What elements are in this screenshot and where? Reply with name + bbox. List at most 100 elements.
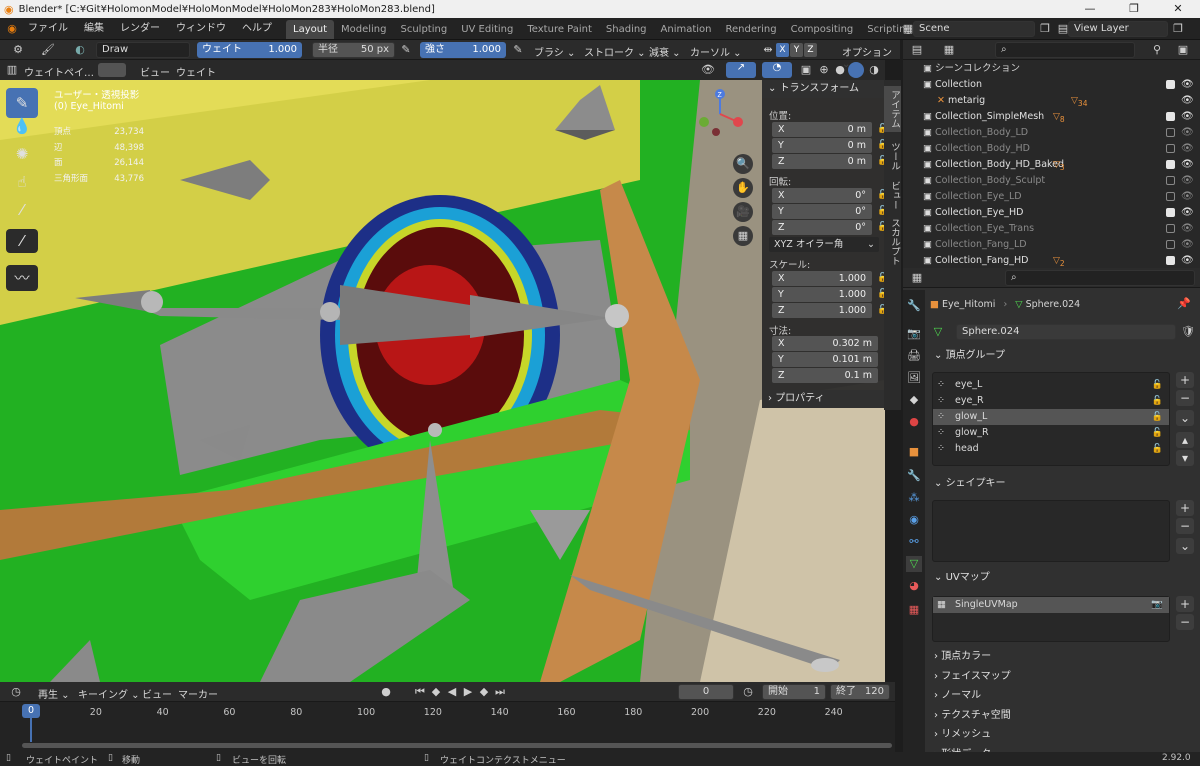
visibility-eye-icon[interactable]: 👁: [1181, 93, 1194, 109]
tab-shading[interactable]: Shading: [599, 20, 654, 39]
scene-copy-icon[interactable]: ❐: [1037, 21, 1053, 37]
editor-type-icon[interactable]: ▦: [909, 270, 925, 286]
properties-panel-header[interactable]: › プロパティ: [762, 390, 884, 408]
exclude-checkbox[interactable]: [1166, 224, 1175, 233]
cursor-menu[interactable]: カーソル ⌄: [686, 44, 746, 59]
outliner-row[interactable]: ▣ Collection_Body_HD 👁: [903, 141, 1200, 157]
uv-map-item[interactable]: ▦ SingleUVMap 📷: [933, 597, 1169, 613]
rotation-mode-dropdown[interactable]: XYZ オイラー角 ⌄: [769, 237, 879, 252]
properties-section-header[interactable]: › リメッシュ: [928, 726, 1198, 744]
dimensions-z-field[interactable]: Z 0.1 m: [772, 368, 878, 383]
visibility-eye-icon[interactable]: 👁: [1181, 141, 1194, 157]
lock-icon[interactable]: 🔓: [1152, 393, 1163, 409]
vertex-groups-header[interactable]: ⌄ 頂点グループ: [928, 346, 1198, 366]
vertex-group-item[interactable]: ⁘ eye_L 🔓: [933, 377, 1169, 393]
physics-tab-icon[interactable]: ◉: [906, 512, 922, 528]
visibility-eye-icon[interactable]: 👁: [1181, 173, 1194, 189]
texture-tab-icon[interactable]: ▦: [906, 602, 922, 618]
rendered-shading-icon[interactable]: ◑: [866, 62, 882, 78]
playhead[interactable]: 0: [22, 704, 40, 718]
menu-render[interactable]: レンダー: [112, 18, 168, 40]
view-layer-field[interactable]: View Layer: [1068, 21, 1168, 37]
tab-animation[interactable]: Animation: [654, 20, 719, 39]
lock-icon[interactable]: 🔓: [1152, 377, 1163, 393]
menu-edit[interactable]: 編集: [76, 18, 112, 40]
filter-icon[interactable]: ⚲: [1149, 42, 1165, 58]
annotate-tool-button[interactable]: 〰: [6, 265, 38, 291]
add-vertex-group-button[interactable]: +: [1176, 372, 1194, 388]
visibility-eye-icon[interactable]: 👁: [1181, 125, 1194, 141]
location-y-field[interactable]: Y0 m: [772, 138, 872, 153]
keying-menu[interactable]: キーイング ⌄: [74, 686, 144, 701]
visibility-eye-icon[interactable]: 👁: [1181, 189, 1194, 205]
outliner-search-input[interactable]: ⌕: [995, 42, 1135, 58]
properties-search-input[interactable]: ⌕: [1005, 270, 1195, 286]
location-x-field[interactable]: X0 m: [772, 122, 872, 137]
start-frame-field[interactable]: 開始終了1: [762, 684, 826, 700]
sample-weight-tool-button[interactable]: ⁄: [6, 229, 38, 253]
remove-shape-key-button[interactable]: −: [1176, 518, 1194, 534]
visibility-eye-icon[interactable]: 👁: [1181, 221, 1194, 237]
uv-maps-header[interactable]: ⌄ UVマップ: [928, 568, 1198, 588]
vertex-group-item[interactable]: ⁘ glow_L 🔓: [933, 409, 1169, 425]
preview-range-icon[interactable]: ◷: [740, 684, 756, 700]
exclude-checkbox[interactable]: [1166, 144, 1175, 153]
location-z-field[interactable]: Z0 m: [772, 154, 872, 169]
shape-keys-header[interactable]: ⌄ シェイプキー: [928, 474, 1198, 494]
mirror-z-toggle[interactable]: Z: [804, 43, 817, 57]
mirror-y-toggle[interactable]: Y: [790, 43, 803, 57]
menu-window[interactable]: ウィンドウ: [168, 18, 234, 40]
constraints-tab-icon[interactable]: ⚯: [906, 534, 922, 550]
world-tab-icon[interactable]: ●: [906, 414, 922, 430]
tab-uv-editing[interactable]: UV Editing: [454, 20, 520, 39]
view-menu[interactable]: ビュー: [136, 64, 174, 79]
properties-section-header[interactable]: › フェイスマップ: [928, 668, 1198, 686]
vertex-group-item[interactable]: ⁘ head 🔓: [933, 441, 1169, 457]
mesh-data-tab-icon[interactable]: ▽: [906, 556, 922, 572]
outliner-row[interactable]: ▣ Collection_Eye_LD 👁: [903, 189, 1200, 205]
scale-y-field[interactable]: Y 1.000: [772, 287, 872, 302]
pin-icon[interactable]: 📌: [1176, 296, 1192, 312]
material-tab-icon[interactable]: ◕: [906, 578, 922, 594]
exclude-checkbox[interactable]: [1166, 192, 1175, 201]
outliner-row[interactable]: ✕ metarig ▽34 👁: [903, 93, 1200, 109]
viewport-visibility-icon[interactable]: 👁: [700, 62, 716, 78]
modifier-tab-icon[interactable]: 🔧: [906, 468, 922, 484]
editor-type-icon[interactable]: ▤: [909, 42, 925, 58]
render-tab-icon[interactable]: 📷: [906, 326, 922, 342]
strength-slider[interactable]: 強さ 1.000: [420, 42, 506, 58]
pressure-icon[interactable]: ✎: [398, 42, 414, 58]
timeline-view-menu[interactable]: ビュー: [138, 686, 176, 701]
outliner-row[interactable]: ▣ Collection_Eye_HD 👁: [903, 205, 1200, 221]
blender-menu-icon[interactable]: ◉: [4, 21, 20, 37]
tab-tool[interactable]: ツール: [884, 136, 901, 176]
exclude-checkbox[interactable]: [1166, 208, 1175, 217]
tool-settings-icon[interactable]: ⚙: [10, 42, 26, 58]
visibility-eye-icon[interactable]: 👁: [1181, 237, 1194, 253]
transform-panel-header[interactable]: ⌄ トランスフォーム: [762, 80, 884, 98]
scale-x-field[interactable]: X 1.000: [772, 271, 872, 286]
minimize-button[interactable]: —: [1068, 0, 1112, 18]
marker-menu[interactable]: マーカー: [174, 686, 222, 701]
view-layer-copy-icon[interactable]: ❐: [1170, 21, 1186, 37]
solid-shading-icon[interactable]: ●: [832, 62, 848, 78]
current-frame-field[interactable]: 0: [678, 684, 734, 700]
tab-item[interactable]: アイテム: [884, 86, 901, 132]
outliner-row[interactable]: ▣ Collection_Body_LD 👁: [903, 125, 1200, 141]
wireframe-shading-icon[interactable]: ⊕: [816, 62, 832, 78]
outliner-row[interactable]: ▣ Collection_Body_HD_Baked ▽3 👁: [903, 157, 1200, 173]
brush-menu[interactable]: ブラシ ⌄: [530, 44, 579, 59]
exclude-checkbox[interactable]: [1166, 112, 1175, 121]
exclude-checkbox[interactable]: [1166, 80, 1175, 89]
remove-vertex-group-button[interactable]: −: [1176, 390, 1194, 406]
visibility-eye-icon[interactable]: 👁: [1181, 157, 1194, 173]
view-layer-tab-icon[interactable]: 🖼: [906, 370, 922, 386]
record-icon[interactable]: ●: [378, 684, 394, 700]
tab-compositing[interactable]: Compositing: [784, 20, 861, 39]
play-reverse-icon[interactable]: ◀: [444, 684, 460, 700]
menu-help[interactable]: ヘルプ: [234, 18, 280, 40]
add-uv-map-button[interactable]: +: [1176, 596, 1194, 612]
close-button[interactable]: ✕: [1156, 0, 1200, 18]
pan-icon[interactable]: ✋: [733, 178, 753, 198]
rotation-y-field[interactable]: Y 0°: [772, 204, 872, 219]
